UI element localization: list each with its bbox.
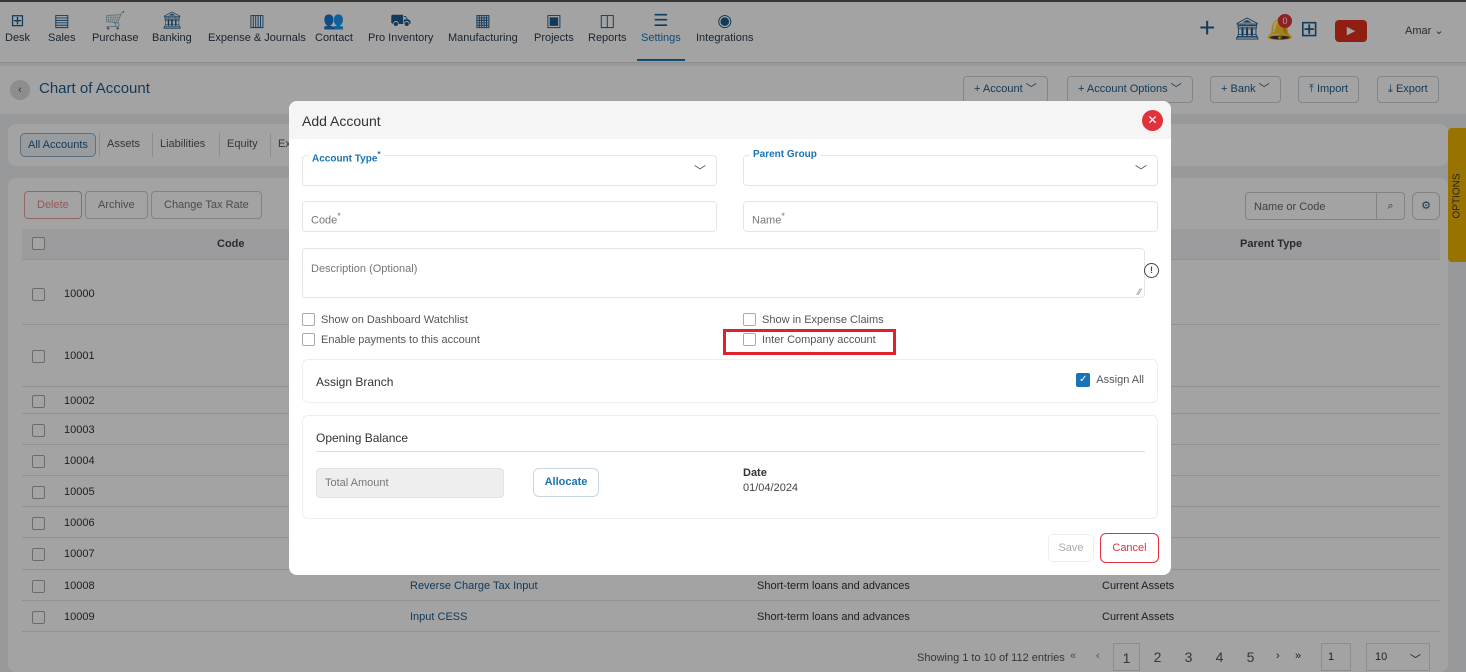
- enable-payments-checkbox[interactable]: Enable payments to this account: [302, 333, 480, 346]
- code-placeholder: Code: [311, 214, 338, 227]
- save-button[interactable]: Save: [1048, 534, 1094, 562]
- assign-branch-section: Assign Branch ✓ Assign All: [302, 359, 1158, 403]
- chevron-down-icon: ﹀: [1134, 164, 1147, 178]
- highlight-box: [723, 329, 896, 355]
- parent-group-label: Parent Group: [750, 149, 820, 160]
- total-amount-input[interactable]: Total Amount: [316, 468, 504, 498]
- add-account-modal: Add Account ✕ Account Type* ﹀ Parent Grou…: [289, 101, 1171, 575]
- parent-group-select[interactable]: Parent Group ﹀: [743, 149, 1158, 186]
- account-type-label: Account Type: [312, 153, 378, 165]
- description-placeholder: Description (Optional): [311, 263, 418, 275]
- opening-balance-section: Opening Balance Total Amount Allocate Da…: [302, 415, 1158, 519]
- checkmark-icon[interactable]: ✓: [1076, 373, 1091, 387]
- date-label: Date: [743, 467, 767, 479]
- cancel-button[interactable]: Cancel: [1100, 533, 1159, 563]
- chevron-down-icon: ﹀: [693, 164, 706, 178]
- checkbox-label: Enable payments to this account: [321, 333, 480, 346]
- close-icon[interactable]: ✕: [1142, 110, 1163, 131]
- assign-branch-title: Assign Branch: [316, 375, 394, 389]
- allocate-button[interactable]: Allocate: [533, 468, 599, 497]
- dashboard-watchlist-checkbox[interactable]: Show on Dashboard Watchlist: [302, 313, 468, 326]
- name-placeholder: Name: [752, 214, 782, 227]
- assign-all-checkbox[interactable]: ✓ Assign All: [1076, 373, 1144, 387]
- description-field[interactable]: Description (Optional) ⁄⁄: [302, 248, 1145, 298]
- modal-header: Add Account: [289, 101, 1171, 139]
- account-type-select[interactable]: Account Type* ﹀: [302, 149, 717, 186]
- checkbox[interactable]: [302, 333, 315, 346]
- assign-all-label: Assign All: [1096, 374, 1144, 386]
- code-field[interactable]: Code*: [302, 201, 717, 232]
- checkbox[interactable]: [743, 313, 756, 326]
- checkbox[interactable]: [302, 313, 315, 326]
- opening-balance-title: Opening Balance: [316, 431, 409, 445]
- checkbox-label: Show on Dashboard Watchlist: [321, 313, 468, 326]
- checkbox-label: Show in Expense Claims: [762, 313, 884, 326]
- info-icon[interactable]: !: [1144, 263, 1159, 278]
- modal-title: Add Account: [302, 113, 381, 129]
- divider: [316, 451, 1145, 452]
- date-value[interactable]: 01/04/2024: [743, 482, 798, 494]
- expense-claims-checkbox[interactable]: Show in Expense Claims: [743, 313, 884, 326]
- resize-handle-icon[interactable]: ⁄⁄: [1138, 287, 1141, 297]
- name-field[interactable]: Name*: [743, 201, 1158, 232]
- total-amount-placeholder: Total Amount: [325, 477, 389, 489]
